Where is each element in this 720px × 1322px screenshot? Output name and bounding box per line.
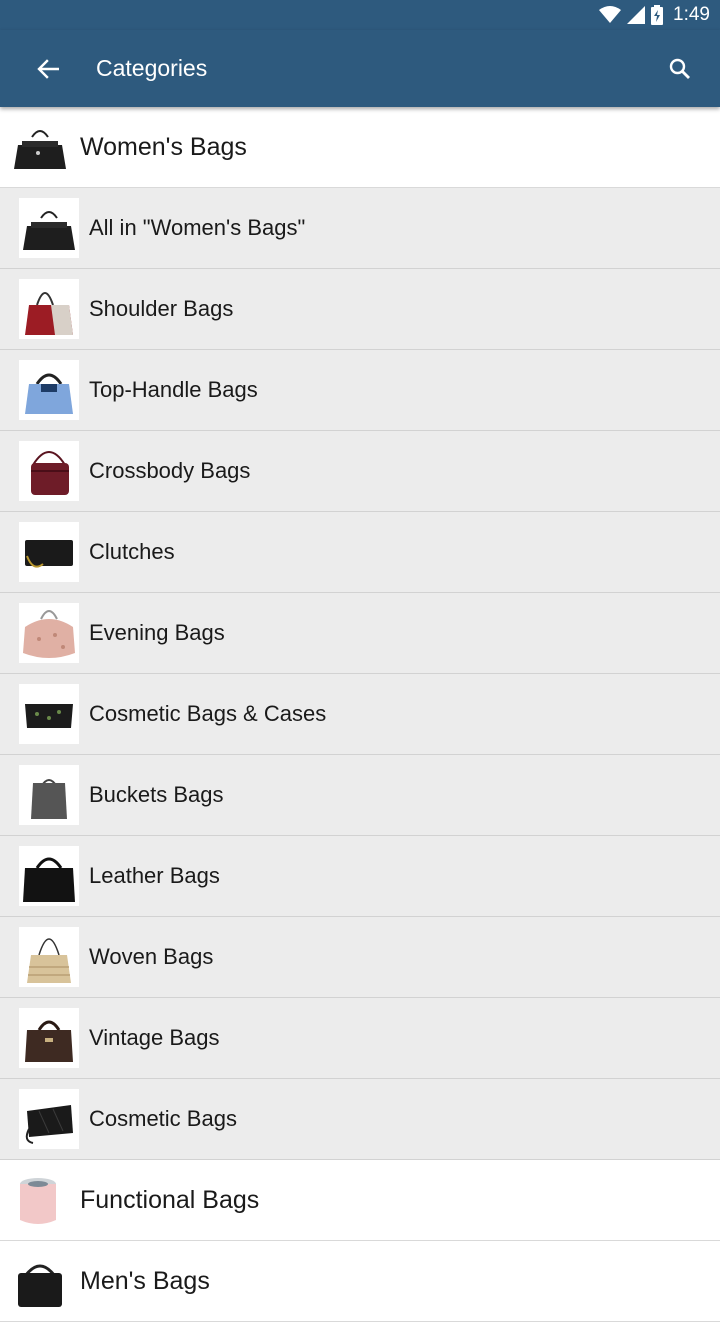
subcategory-label: Top-Handle Bags [89,377,258,402]
shoulder-bags-thumbnail [19,279,79,339]
category-list: Women's Bags All in "Women's Bags" Shoul… [0,107,720,1322]
subcategory-label: All in "Women's Bags" [89,215,306,240]
app-bar: Categories [0,30,720,107]
status-icons: 1:49 [599,0,710,30]
subcategory-shoulder-bags[interactable]: Shoulder Bags [0,269,720,350]
leather-bags-thumbnail [19,846,79,906]
category-label: Men's Bags [80,1267,210,1295]
subcategory-buckets-bags[interactable]: Buckets Bags [0,755,720,836]
subcategory-clutches[interactable]: Clutches [0,512,720,593]
page-title: Categories [96,55,208,81]
clutches-thumbnail [19,522,79,582]
evening-bags-thumbnail [19,603,79,663]
subcategory-evening-bags[interactable]: Evening Bags [0,593,720,674]
search-button[interactable] [656,45,704,93]
category-functional-bags[interactable]: Functional Bags [0,1160,720,1241]
all-womens-bags-thumbnail [19,198,79,258]
subcategory-label: Buckets Bags [89,782,224,807]
subcategory-label: Evening Bags [89,620,225,645]
cosmetic-bags-cases-thumbnail [19,684,79,744]
category-label: Functional Bags [80,1186,260,1214]
subcategory-crossbody-bags[interactable]: Crossbody Bags [0,431,720,512]
subcategory-vintage-bags[interactable]: Vintage Bags [0,998,720,1079]
subcategory-cosmetic-bags[interactable]: Cosmetic Bags [0,1079,720,1160]
subcategory-label: Cosmetic Bags [89,1106,237,1131]
crossbody-bags-thumbnail [19,441,79,501]
vintage-bags-thumbnail [19,1008,79,1068]
subcategory-label: Leather Bags [89,863,220,888]
battery-icon [651,5,664,25]
subcategory-woven-bags[interactable]: Woven Bags [0,917,720,998]
category-womens-bags[interactable]: Women's Bags [0,107,720,188]
woven-bags-thumbnail [19,927,79,987]
subcategory-top-handle-bags[interactable]: Top-Handle Bags [0,350,720,431]
subcategory-label: Cosmetic Bags & Cases [89,701,327,726]
arrow-left-icon [37,59,59,79]
top-handle-bags-thumbnail [19,360,79,420]
subcategory-label: Woven Bags [89,944,214,969]
back-button[interactable] [24,45,72,93]
cosmetic-bags-thumbnail [19,1089,79,1149]
mens-bags-thumbnail [10,1251,70,1311]
subcategory-leather-bags[interactable]: Leather Bags [0,836,720,917]
wifi-icon [599,6,622,24]
category-label: Women's Bags [80,133,247,161]
signal-icon [627,6,646,24]
subcategory-label: Shoulder Bags [89,296,234,321]
status-time: 1:49 [673,4,710,25]
search-icon [669,58,691,80]
functional-bags-thumbnail [10,1170,70,1230]
womens-bags-thumbnail [10,117,70,177]
subcategory-label: Vintage Bags [89,1025,220,1050]
subcategory-label: Crossbody Bags [89,458,251,483]
subcategory-label: Clutches [89,539,175,564]
subcategory-all-womens-bags[interactable]: All in "Women's Bags" [0,188,720,269]
subcategory-cosmetic-bags-cases[interactable]: Cosmetic Bags & Cases [0,674,720,755]
category-mens-bags[interactable]: Men's Bags [0,1241,720,1322]
status-bar: 1:49 [0,0,720,30]
buckets-bags-thumbnail [19,765,79,825]
